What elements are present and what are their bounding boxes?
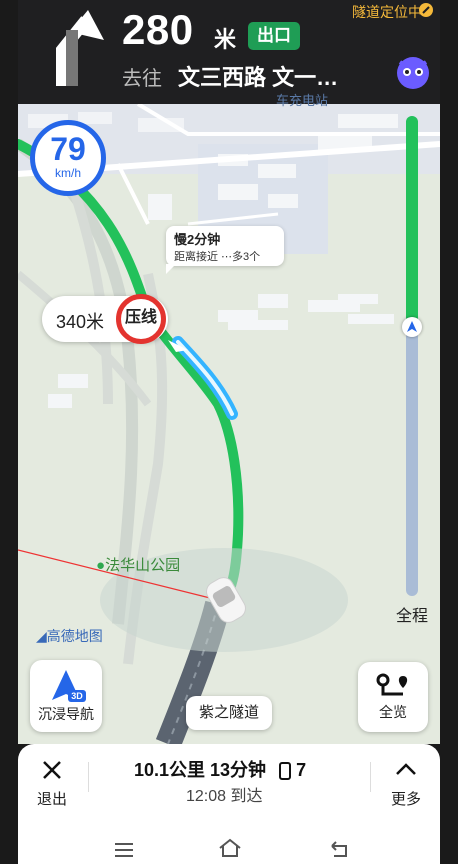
goto-road: 文三西路 文一… — [178, 65, 339, 90]
exit-label: 退出 — [36, 791, 67, 808]
poi-park[interactable]: ●法华山公园 — [96, 554, 180, 575]
arrival-time: 12:08 到达 — [186, 788, 263, 805]
exit-badge: 出口 — [248, 22, 300, 50]
speed-value: 79 — [50, 131, 86, 167]
park-pin-icon: ● — [96, 557, 106, 574]
traffic-detail: 距离接近 ⋯多3个 — [174, 251, 261, 263]
svg-text:3D: 3D — [71, 691, 83, 701]
map-view[interactable] — [18, 104, 440, 744]
voice-assistant-icon[interactable] — [394, 54, 432, 92]
close-icon — [43, 761, 61, 779]
back-icon[interactable] — [330, 840, 350, 858]
tunnel-status: 隧道定位中 — [352, 4, 422, 20]
amap-logo-icon: ◢ — [36, 628, 47, 644]
route-progress-fill — [406, 116, 418, 328]
home-icon[interactable] — [218, 838, 242, 858]
trip-panel: 退出 10.1公里 13分钟 7 12:08 到达 更多 — [18, 744, 440, 808]
camera-distance: 340米 — [56, 312, 105, 332]
map-logo: ◢高德地图 — [36, 626, 103, 646]
traffic-bubble[interactable]: 慢2分钟 距离接近 ⋯多3个 — [166, 226, 284, 274]
route-overview-icon — [376, 673, 408, 696]
traffic-delay: 慢2分钟 — [174, 232, 221, 247]
camera-type: 压线 — [124, 309, 157, 326]
progress-car-icon — [402, 317, 422, 338]
progress-label: 全程 — [396, 608, 429, 625]
trip-summary: 10.1公里 13分钟 7 — [134, 756, 306, 782]
speed-badge: 79 km/h — [30, 120, 106, 196]
more-label: 更多 — [390, 791, 421, 808]
divider-right — [370, 762, 371, 792]
poi-charging-station[interactable]: 车充电站 — [276, 90, 328, 109]
goto-prefix: 去往 — [122, 68, 162, 90]
trip-distance-time: 10.1公里 13分钟 — [134, 760, 267, 780]
map-canvas — [18, 104, 440, 744]
distance-value: 280 — [122, 6, 194, 53]
poi-park-label: 法华山公园 — [105, 557, 181, 574]
speed-unit: km/h — [54, 166, 81, 180]
turn-arrow-icon — [56, 10, 104, 86]
more-button[interactable]: 更多 — [384, 754, 428, 808]
current-road-name: 紫之隧道 — [186, 696, 272, 730]
traffic-light-icon — [279, 762, 292, 781]
traffic-light-count: 7 — [296, 760, 307, 780]
overview-label: 全览 — [379, 704, 407, 720]
guidance-banner: 280 米 出口 隧道定位中 去往 文三西路 文一… — [18, 0, 440, 104]
exit-button[interactable]: 退出 — [30, 754, 74, 808]
distance-unit: 米 — [214, 27, 237, 52]
menu-icon[interactable] — [114, 842, 134, 858]
divider-left — [88, 762, 89, 792]
system-nav-bar — [18, 808, 440, 864]
gps-signal-icon — [419, 3, 433, 17]
overview-button[interactable]: 全览 — [358, 662, 428, 732]
immersive-nav-label: 沉浸导航 — [38, 706, 94, 722]
immersive-nav-button[interactable]: 3D 沉浸导航 — [30, 660, 102, 732]
map-logo-text: 高德地图 — [46, 628, 103, 644]
chevron-up-icon — [396, 763, 416, 775]
